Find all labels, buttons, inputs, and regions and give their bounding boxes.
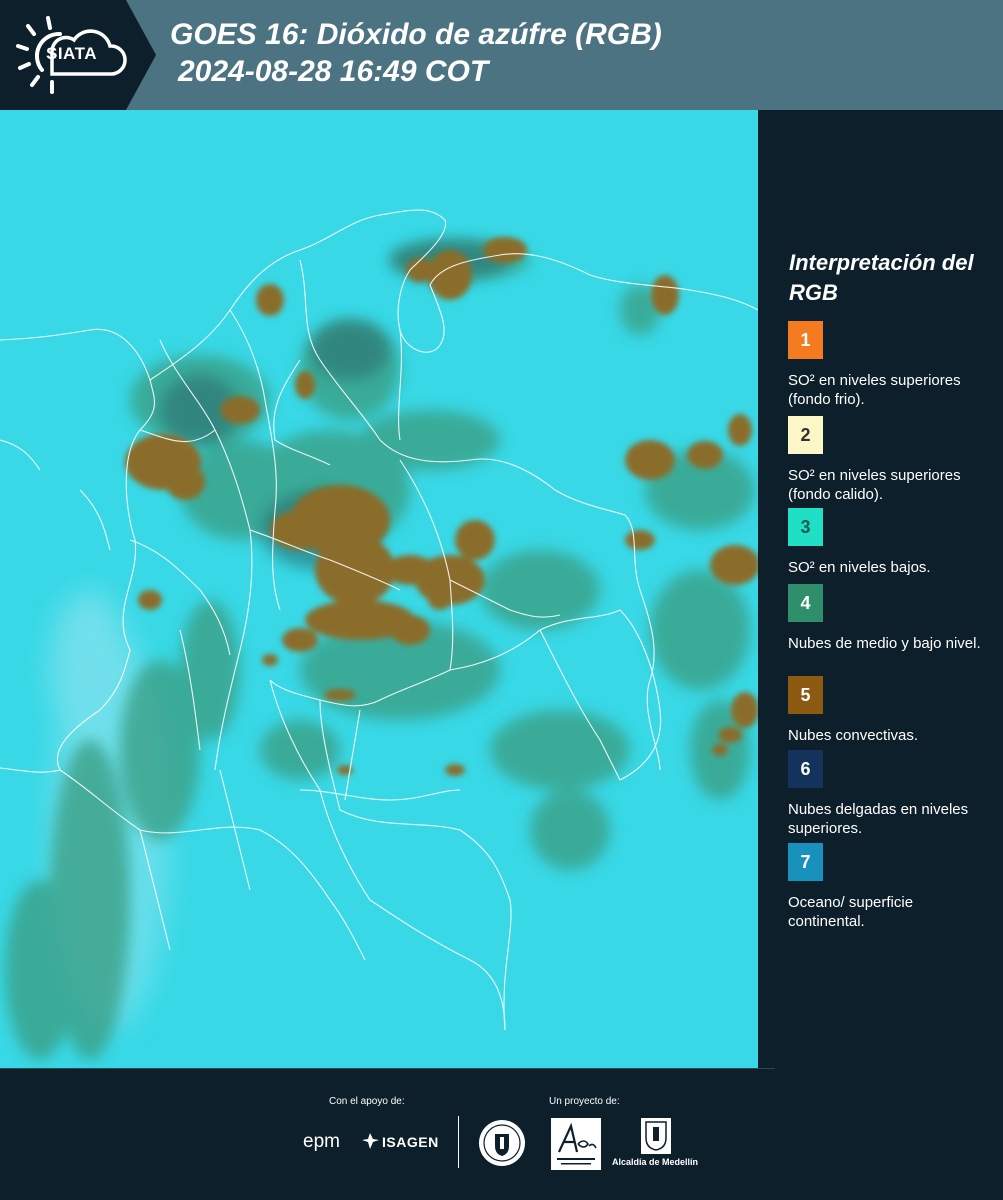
legend-label: SO² en niveles superiores (fondo calido)… [788, 467, 961, 503]
isagen-logo: ISAGEN [382, 1134, 439, 1150]
legend-label: SO² en niveles bajos. [788, 559, 931, 576]
footer-divider-line [0, 1068, 775, 1069]
legend-item-6: 6 Nubes delgadas en niveles superiores. [788, 750, 993, 838]
project-label: Un proyecto de: [549, 1096, 620, 1107]
page-title: GOES 16: Dióxido de azúfre (RGB) 2024-08… [170, 16, 662, 90]
legend-swatch: 6 [788, 750, 823, 788]
legend-label: Oceano/ superficie continental. [788, 894, 914, 930]
isagen-mark-icon [362, 1133, 379, 1149]
title-timestamp: 2024-08-28 16:49 COT [178, 55, 489, 88]
area-metropolitana-logo-icon [551, 1118, 601, 1170]
legend-item-3: 3 SO² en niveles bajos. [788, 508, 993, 577]
legend-swatch: 4 [788, 584, 823, 622]
legend-swatch: 1 [788, 321, 823, 359]
satellite-map[interactable] [0, 110, 758, 1068]
legend-label: Nubes de medio y bajo nivel. [788, 635, 981, 652]
legend-item-2: 2 SO² en niveles superiores (fondo calid… [788, 416, 993, 504]
legend-label: SO² en niveles superiores (fondo frio). [788, 372, 961, 408]
legend-item-1: 1 SO² en niveles superiores (fondo frio)… [788, 321, 993, 409]
legend-item-4: 4 Nubes de medio y bajo nivel. [788, 584, 993, 653]
legend-swatch: 2 [788, 416, 823, 454]
legend-label: Nubes delgadas en niveles superiores. [788, 801, 969, 837]
siata-logo-text: SIATA [46, 44, 97, 63]
legend-swatch: 7 [788, 843, 823, 881]
footer: Con el apoyo de: Un proyecto de: epm ISA… [0, 1068, 1003, 1200]
alcaldia-shield-icon [641, 1118, 671, 1154]
legend-item-7: 7 Oceano/ superficie continental. [788, 843, 993, 931]
header-bar: SIATA GOES 16: Dióxido de azúfre (RGB) 2… [0, 0, 1003, 110]
support-label: Con el apoyo de: [329, 1096, 405, 1107]
legend-swatch: 5 [788, 676, 823, 714]
legend-swatch: 3 [788, 508, 823, 546]
rgb-composite-image [0, 110, 758, 1068]
legend-item-5: 5 Nubes convectivas. [788, 676, 993, 745]
epm-logo: epm [303, 1131, 340, 1152]
title-product: GOES 16: Dióxido de azúfre (RGB) [170, 18, 662, 51]
legend-label: Nubes convectivas. [788, 727, 919, 744]
legend-panel: Interpretación del RGB 1 SO² en niveles … [760, 110, 1003, 1068]
medellin-seal-icon [479, 1120, 525, 1166]
footer-divider [458, 1116, 459, 1168]
alcaldia-label: Alcaldía de Medellín [612, 1157, 699, 1167]
legend-title: Interpretación del RGB [789, 250, 974, 305]
